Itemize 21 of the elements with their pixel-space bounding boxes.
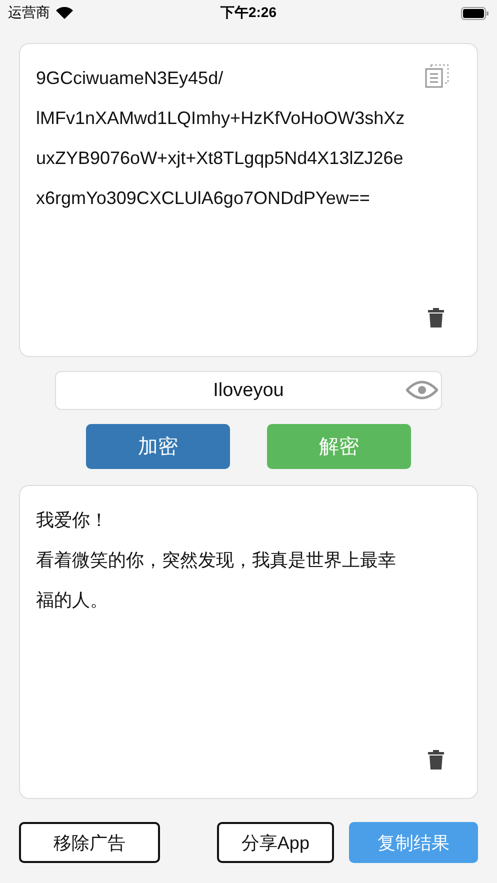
result-text-line: 我爱你！: [36, 509, 108, 532]
result-text-area[interactable]: 我爱你！ 看着微笑的你，突然发现，我真是世界上最幸 福的人。: [19, 485, 478, 799]
cipher-text-line: lMFv1nXAMwd1LQImhy+HzKfVoHoOW3shXz: [36, 107, 405, 130]
status-time: 下午2:26: [219, 4, 278, 22]
cipher-text-line: uxZYB9076oW+xjt+Xt8TLgqp5Nd4X13lZJ26e: [36, 147, 404, 170]
carrier-name: 运营商: [8, 4, 50, 22]
eye-icon[interactable]: [406, 380, 438, 400]
cipher-text-line: x6rgmYo309CXCLUlA6go7ONDdPYew==: [36, 187, 370, 210]
footer-button[interactable]: 移除广告: [19, 822, 160, 863]
encrypt-button[interactable]: 加密: [86, 424, 230, 469]
battery-icon: [461, 6, 489, 20]
wifi-icon: [56, 7, 73, 19]
cipher-text-area[interactable]: 9GCciwuameN3Ey45d/ lMFv1nXAMwd1LQImhy+HzKfVoHoOW3shXz uxZYB9076oW+xjt+Xt8TLgqp5Nd4X13lZJ26e x6rgmYo309CXCLUlA6go7ONDdPYew==: [19, 43, 478, 357]
footer-button[interactable]: 分享App: [217, 822, 334, 863]
password-field[interactable]: Iloveyou: [55, 371, 442, 410]
result-text-line: 福的人。: [36, 589, 108, 612]
trash-icon[interactable]: [428, 750, 444, 770]
result-text-line: 看着微笑的你，突然发现，我真是世界上最幸: [36, 549, 396, 572]
trash-icon[interactable]: [428, 308, 444, 328]
cipher-text-line: 9GCciwuameN3Ey45d/: [36, 67, 224, 90]
copy-icon[interactable]: [425, 64, 449, 88]
